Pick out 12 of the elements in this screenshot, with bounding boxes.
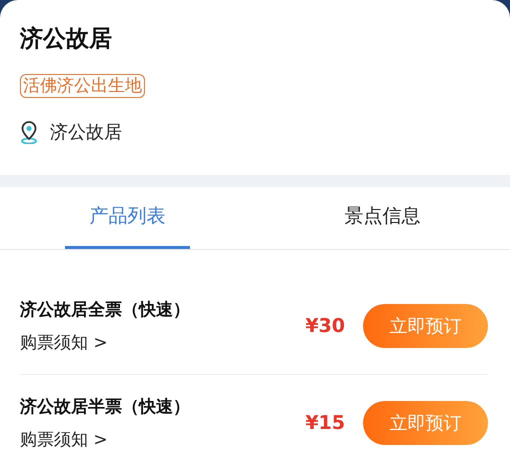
location-pin-icon [20,120,38,144]
ticket-name: 济公故居全票（快速） [20,299,190,321]
attraction-title: 济公故居 [20,25,112,54]
tab[interactable]: 景点信息 [320,186,445,249]
ticket-price: ¥15 [305,412,345,434]
tab[interactable]: 产品列表 [65,186,190,249]
ticket-price: ¥30 [305,315,345,337]
purchase-notice-link[interactable]: 购票须知 > [20,331,108,354]
feature-tag: 活佛济公出生地 [20,74,145,98]
location-text: 济公故居 [50,121,122,144]
ticket-name: 济公故居半票（快速） [20,396,190,418]
purchase-notice-link[interactable]: 购票须知 > [20,428,108,450]
